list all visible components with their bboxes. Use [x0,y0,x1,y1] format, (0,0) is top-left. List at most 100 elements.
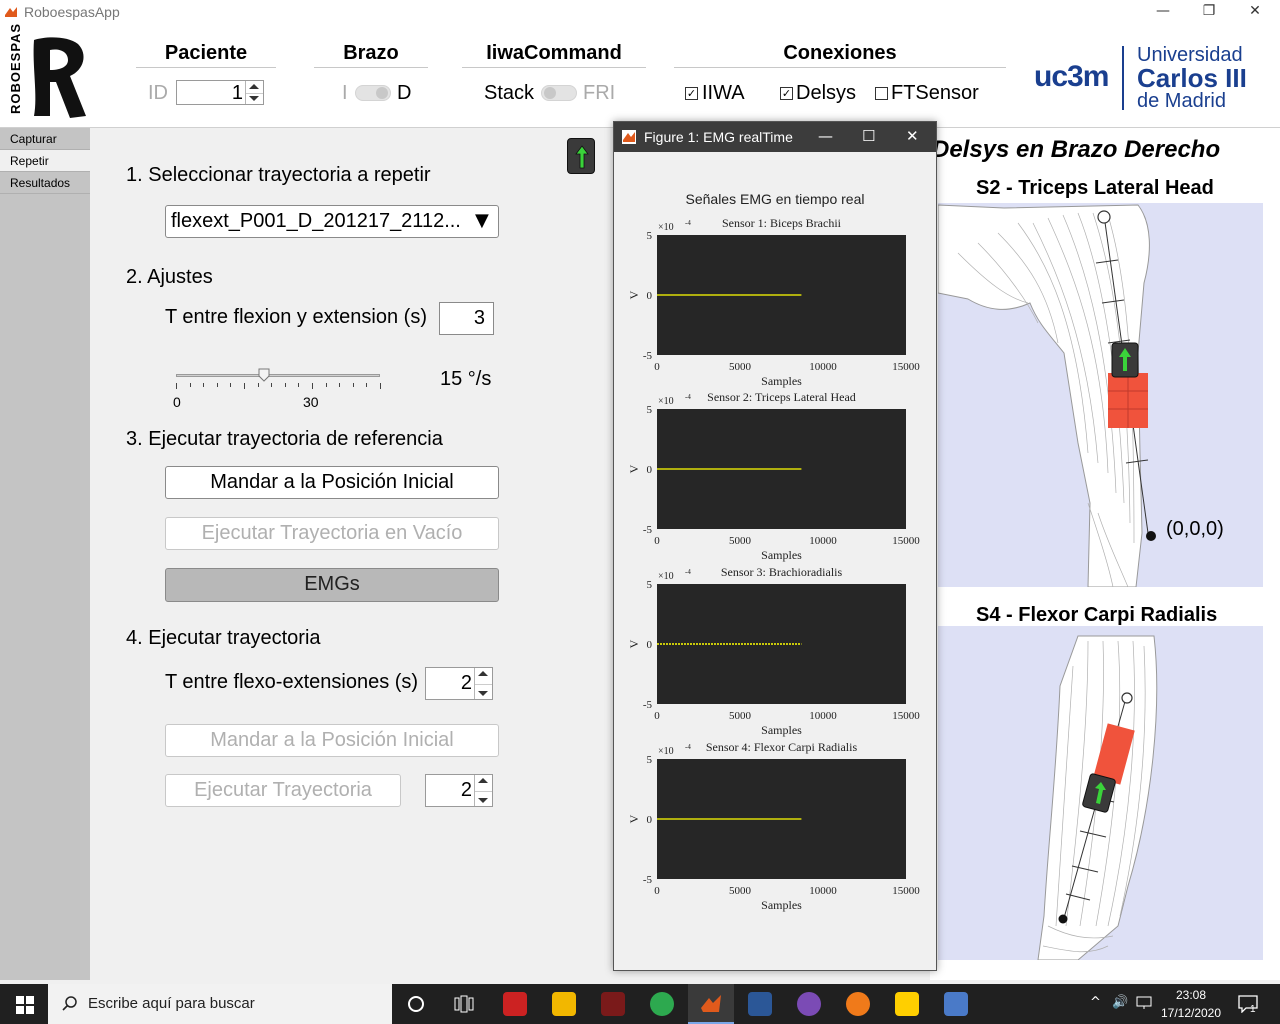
repetitions-value: 2 [460,779,472,801]
tab-capturar[interactable]: Capturar [0,128,90,150]
y-tick-label: 0 [647,290,653,302]
spinner-up-icon[interactable] [478,671,488,676]
slider-tick [380,383,381,389]
slider-tick [284,383,286,387]
slider-thumb-icon[interactable] [258,368,270,382]
speed-value: 15 °/s [440,368,492,390]
subplot-title: Sensor 2: Triceps Lateral Head [707,390,856,404]
spinner-arrows[interactable] [474,775,492,806]
windows-start-icon[interactable] [16,996,34,1014]
slider-tick [257,383,259,387]
tray-chevron-icon[interactable]: ^ [1090,995,1101,1010]
minimize-button[interactable]: — [1140,0,1186,24]
tab-repetir[interactable]: Repetir [0,150,90,172]
slider-tick [189,383,191,387]
trajectory-dropdown[interactable]: flexext_P001_D_201217_2112... ▼ [165,205,499,238]
figure-minimize-button[interactable]: — [818,127,833,145]
fri-label: FRI [583,82,616,104]
spinner-down-icon[interactable] [478,798,488,803]
step4-title: 4. Ejecutar trayectoria [126,627,321,649]
x-tick-label: 5000 [729,535,752,547]
send-initial-position-button-2[interactable]: Mandar a la Posición Inicial [165,724,499,757]
taskbar-search-box[interactable]: Escribe aquí para buscar [48,984,392,1024]
restore-button[interactable]: ❐ [1186,0,1232,24]
slider-tick [244,383,245,389]
send-initial-position-button[interactable]: Mandar a la Posición Inicial [165,466,499,499]
y-tick-label: 0 [647,639,653,651]
execute-empty-trajectory-button[interactable]: Ejecutar Trayectoria en Vacío [165,517,499,550]
figure-close-button[interactable]: ✕ [906,127,919,145]
y-axis-label: V [627,639,641,648]
iiwa-command-divider [462,67,646,68]
taskbar-app-icon-8[interactable] [797,992,821,1016]
slider-tick [230,383,232,387]
iiwa-command-title: IiwaCommand [486,42,622,64]
y-tick-label: -5 [643,874,653,886]
roboespas-logo: ROBOESPAS [6,23,90,120]
delsys-checkbox[interactable]: ✓ [780,87,793,100]
taskbar-app-icon-10[interactable] [895,992,919,1016]
taskbar-app-icon-3[interactable] [601,992,625,1016]
matlab-taskbar-button[interactable] [688,984,734,1024]
iiwa-checkbox[interactable]: ✓ [685,87,698,100]
flex-ext-time-input[interactable]: 3 [439,302,494,335]
sensor-orientation-button[interactable] [567,138,595,174]
volume-icon[interactable]: 🔊 [1112,995,1128,1010]
x-tick-label: 0 [654,361,660,373]
emgs-button[interactable]: EMGs [165,568,499,602]
y-axis-label: V [627,290,641,299]
speed-slider[interactable]: 0 30 [173,364,382,414]
x-axis-label: Samples [761,898,802,912]
y-tick-label: 5 [647,404,653,416]
patient-id-spinner[interactable]: 1 [176,80,264,105]
spinner-up-icon[interactable] [478,778,488,783]
taskbar-app-icon-9[interactable] [846,992,870,1016]
spinner-down-icon[interactable] [249,96,259,101]
figure-maximize-button[interactable]: ☐ [862,127,875,145]
spinner-arrows[interactable] [245,81,263,104]
emg-figure-window[interactable]: Figure 1: EMG realTime — ☐ ✕ Señales EMG… [613,121,937,971]
close-button[interactable]: ✕ [1232,0,1278,24]
paint-icon[interactable] [944,992,968,1016]
slider-mid-label: 30 [303,394,319,410]
slider-tick [271,383,273,387]
axis-exponent: -4 [685,393,691,401]
axis-multiplier: ×10 [658,222,674,233]
clock-date[interactable]: 17/12/2020 [1158,1006,1224,1020]
ftsensor-checkbox[interactable] [875,87,888,100]
repetitions-spinner[interactable]: 2 [425,774,493,807]
word-icon[interactable] [748,992,772,1016]
arm-side-toggle[interactable] [355,85,391,101]
file-explorer-icon[interactable] [552,992,576,1016]
spinner-up-icon[interactable] [249,84,259,89]
y-tick-label: -5 [643,350,653,362]
spinner-arrows[interactable] [474,668,492,699]
search-placeholder: Escribe aquí para buscar [88,995,255,1012]
slider-track[interactable] [176,374,380,377]
dropdown-arrow-icon[interactable]: ▼ [475,210,489,231]
execute-trajectory-button[interactable]: Ejecutar Trayectoria [165,774,401,807]
figure-title: Figure 1: EMG realTime [644,129,793,145]
slider-tick [176,383,177,389]
cortana-icon[interactable] [407,995,425,1013]
flex-ext-time-label: T entre flexion y extension (s) [165,306,427,328]
flexo-ext-time-spinner[interactable]: 2 [425,667,493,700]
slider-tick [352,383,354,387]
sensor-panel-title: Delsys en Brazo Derecho [932,136,1221,163]
x-tick-label: 0 [654,885,660,897]
taskbar: Escribe aquí para buscar ^ 🔊 23:08 17/12… [0,984,1280,1024]
chrome-icon[interactable] [650,992,674,1016]
arm-left-label: I [342,82,348,104]
tab-resultados[interactable]: Resultados [0,172,90,194]
clock-time[interactable]: 23:08 [1165,988,1217,1002]
y-tick-label: -5 [643,699,653,711]
task-view-icon[interactable] [454,995,474,1013]
spinner-down-icon[interactable] [478,691,488,696]
network-icon[interactable] [1136,996,1152,1010]
conexiones-title: Conexiones [783,42,897,64]
iiwa-mode-toggle[interactable] [541,85,577,101]
emg-chart: Señales EMG en tiempo real Sensor 1: Bice… [627,191,920,912]
figure-titlebar[interactable]: Figure 1: EMG realTime — ☐ ✕ [614,122,936,152]
taskbar-app-icon-1[interactable] [503,992,527,1016]
brazo-title: Brazo [343,42,399,64]
